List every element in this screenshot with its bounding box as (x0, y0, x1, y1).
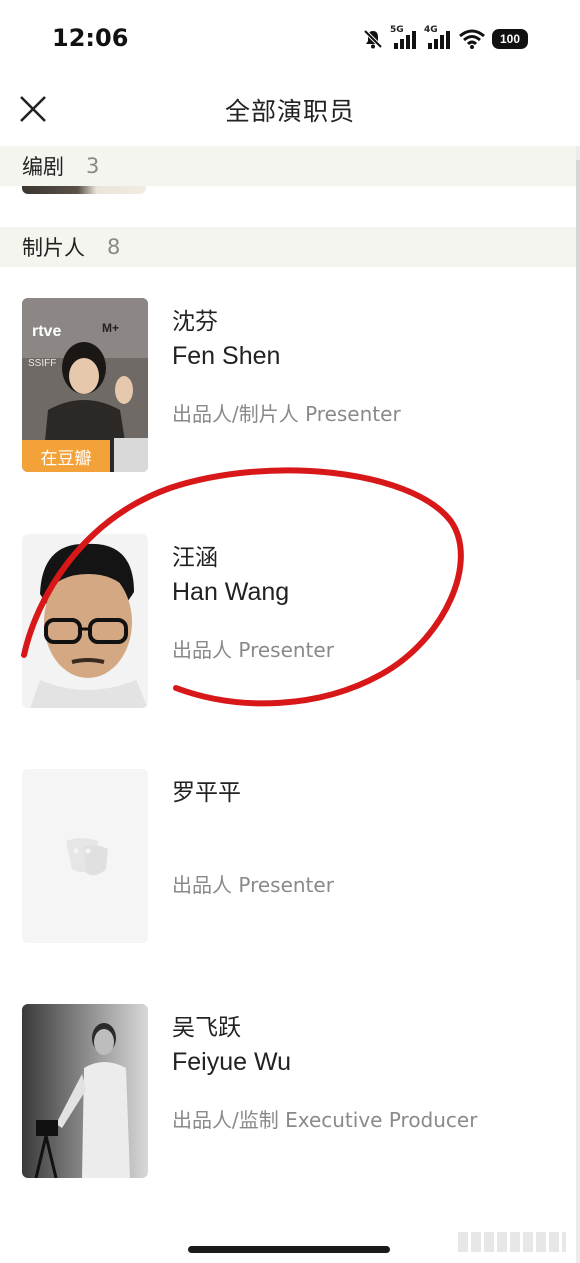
status-icons: 5G 4G 100 (362, 25, 528, 52)
header: 全部演职员 (0, 80, 580, 142)
scrollbar-thumb[interactable] (576, 160, 580, 680)
avatar-placeholder (22, 769, 148, 943)
role: 出品人/监制 Executive Producer (172, 1108, 478, 1132)
svg-text:SSIFF: SSIFF (28, 358, 56, 369)
avatar (22, 1004, 148, 1178)
drama-mask-icon (22, 769, 148, 943)
name-chinese: 吴飞跃 (172, 1015, 241, 1041)
cast-item-han-wang[interactable]: 汪涵 Han Wang 出品人 Presenter (0, 534, 578, 714)
douban-badge[interactable]: 在豆瓣 (22, 440, 110, 472)
role: 出品人 Presenter (172, 638, 334, 662)
signal-4g-icon: 4G (424, 25, 452, 51)
svg-text:M+: M+ (102, 321, 119, 335)
name-chinese: 沈芬 (172, 309, 218, 335)
signal-5g-icon: 5G (390, 25, 418, 51)
cast-item-luo-pingping[interactable]: 罗平平 出品人 Presenter (0, 769, 578, 949)
avatar: rtve M+ SSIFF 在豆瓣 (22, 298, 148, 472)
section-count: 3 (86, 154, 100, 178)
section-header-writers: 编剧 3 (0, 146, 578, 186)
wifi-icon (459, 29, 485, 49)
name-english: Feiyue Wu (172, 1048, 292, 1076)
role: 出品人 Presenter (172, 873, 334, 897)
section-title: 制片人 (22, 236, 85, 260)
page-title: 全部演职员 (224, 97, 355, 126)
section-title: 编剧 (22, 155, 64, 179)
battery-indicator: 100 (492, 29, 528, 49)
status-bar: 12:06 5G 4G 100 (0, 0, 580, 80)
writer-thumbnail-peek[interactable] (22, 186, 146, 194)
cast-item-fen-shen[interactable]: rtve M+ SSIFF 在豆瓣 沈芬 Fen Shen 出品人/制片人 Pr… (0, 298, 578, 478)
name-english: Fen Shen (172, 342, 281, 370)
role: 出品人/制片人 Presenter (172, 402, 401, 426)
avatar (22, 534, 148, 708)
watermark (458, 1232, 566, 1252)
name-chinese: 罗平平 (172, 780, 241, 806)
name-english: Han Wang (172, 578, 290, 606)
status-time: 12:06 (52, 24, 129, 52)
svg-text:rtve: rtve (32, 323, 61, 340)
section-count: 8 (107, 235, 121, 259)
cast-item-feiyue-wu[interactable]: 吴飞跃 Feiyue Wu 出品人/监制 Executive Producer (0, 1004, 578, 1184)
mute-bell-icon (363, 29, 383, 49)
home-indicator[interactable] (188, 1246, 390, 1253)
section-header-producers: 制片人 8 (0, 227, 578, 267)
name-chinese: 汪涵 (172, 545, 218, 571)
